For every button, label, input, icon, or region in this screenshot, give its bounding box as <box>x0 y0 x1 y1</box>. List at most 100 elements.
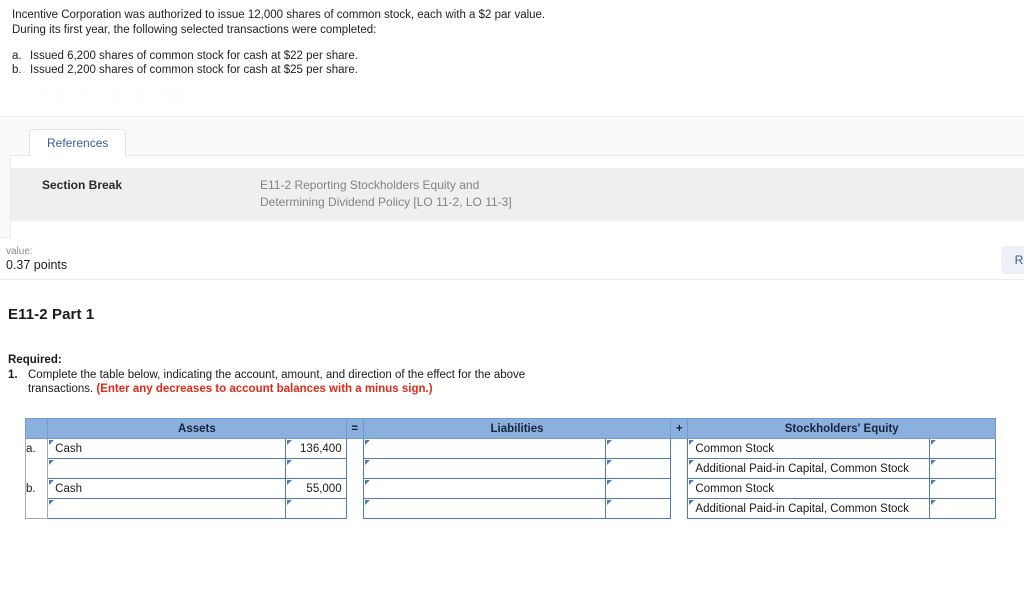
operator-gap-cell <box>670 498 688 519</box>
transaction-text-b: Issued 2,200 shares of common stock for … <box>30 64 358 76</box>
section-break-description: E11-2 Reporting Stockholders Equity and … <box>260 177 512 210</box>
equity-amount-input-b[interactable] <box>929 478 996 499</box>
revision-note: rev: 10_28_2015_QC_CS-29788 <box>12 91 186 103</box>
operator-gap-cell <box>670 458 688 479</box>
operator-gap-cell <box>346 478 364 499</box>
equity-account-value-b2: Additional Paid-in Capital, Common Stock <box>695 502 909 515</box>
references-button[interactable]: Rec <box>1000 246 1024 274</box>
dropdown-marker-icon <box>689 440 695 445</box>
dropdown-marker-icon <box>49 440 55 445</box>
asset-amount-input-b2[interactable] <box>285 498 347 519</box>
required-item-1: 1. Complete the table below, indicating t… <box>8 368 1024 396</box>
equity-amount-input-b2[interactable] <box>929 498 996 519</box>
table-row: Additional Paid-in Capital, Common Stock <box>24 498 996 519</box>
dropdown-marker-icon <box>287 500 293 505</box>
dropdown-marker-icon <box>49 480 55 485</box>
dropdown-marker-icon <box>364 440 370 445</box>
section-break-label: Section Break <box>42 178 123 192</box>
answer-table-wrapper: Assets = Liabilities + Stockholders' Equ… <box>0 396 1024 519</box>
required-item-line2-plain: transactions. <box>28 383 97 395</box>
transaction-marker-a: a. <box>12 50 22 62</box>
liability-account-input-b2[interactable] <box>362 498 606 519</box>
accounting-equation-table: Assets = Liabilities + Stockholders' Equ… <box>24 418 996 519</box>
asset-amount-input-a2[interactable] <box>285 458 347 479</box>
row-label-a: a. <box>24 438 49 459</box>
transaction-item-b: b. Issued 2,200 shares of common stock fo… <box>12 63 1024 77</box>
transaction-list: a. Issued 6,200 shares of common stock fo… <box>12 49 1024 77</box>
dropdown-marker-icon <box>49 460 55 465</box>
dropdown-marker-icon <box>364 460 370 465</box>
references-section: References Section Break E11-2 Reporting… <box>0 116 1024 240</box>
dropdown-marker-icon <box>931 440 937 445</box>
value-bar: value: 0.37 points Rec <box>0 238 1024 280</box>
table-row: a. Cash 136,400 Common Stock <box>24 438 996 459</box>
tab-references[interactable]: References <box>29 129 127 157</box>
section-break-description-line1: E11-2 Reporting Stockholders Equity and <box>260 178 480 192</box>
required-item-line1: Complete the table below, indicating the… <box>28 369 526 381</box>
operator-gap-cell <box>670 438 688 459</box>
asset-account-input-b2[interactable] <box>47 498 287 519</box>
references-tablist: References <box>0 129 1024 157</box>
operator-gap-cell <box>346 438 364 459</box>
dropdown-marker-icon <box>931 480 937 485</box>
problem-statement: Incentive Corporation was authorized to … <box>0 0 1024 103</box>
equity-amount-input-a2[interactable] <box>929 458 996 479</box>
dropdown-marker-icon <box>49 500 55 505</box>
equity-account-input-a[interactable]: Common Stock <box>687 438 931 459</box>
table-body: a. Cash 136,400 Common Stock Additional … <box>24 438 996 519</box>
liability-account-input-a2[interactable] <box>362 458 606 479</box>
operator-gap-cell <box>670 478 688 499</box>
header-stockholders-equity: Stockholders' Equity <box>687 418 996 439</box>
dropdown-marker-icon <box>606 480 612 485</box>
equity-amount-input-a[interactable] <box>929 438 996 459</box>
dropdown-marker-icon <box>364 500 370 505</box>
equity-account-input-b2[interactable]: Additional Paid-in Capital, Common Stock <box>687 498 931 519</box>
liability-amount-input-b[interactable] <box>604 478 672 499</box>
required-item-number: 1. <box>8 369 18 381</box>
section-break-description-line2: Determining Dividend Policy [LO 11-2, LO… <box>260 194 512 209</box>
points-value: value: 0.37 points <box>6 245 67 272</box>
operator-gap-cell <box>346 498 364 519</box>
liability-amount-input-a[interactable] <box>604 438 672 459</box>
asset-account-input-a2[interactable] <box>47 458 287 479</box>
dropdown-marker-icon <box>364 480 370 485</box>
header-liabilities: Liabilities <box>362 418 672 439</box>
transaction-marker-b: b. <box>12 64 22 76</box>
dropdown-marker-icon <box>606 460 612 465</box>
problem-line-1: Incentive Corporation was authorized to … <box>12 9 546 21</box>
table-row: b. Cash 55,000 Common Stock <box>24 478 996 499</box>
references-panel: Section Break E11-2 Reporting Stockholde… <box>10 155 1024 240</box>
dropdown-marker-icon <box>606 440 612 445</box>
equity-account-value-b: Common Stock <box>695 482 775 495</box>
liability-account-input-a[interactable] <box>362 438 606 459</box>
table-header-row: Assets = Liabilities + Stockholders' Equ… <box>24 418 996 439</box>
asset-amount-input-b[interactable]: 55,000 <box>285 478 347 499</box>
asset-account-input-a[interactable]: Cash <box>47 438 287 459</box>
transaction-text-a: Issued 6,200 shares of common stock for … <box>30 50 358 62</box>
liability-account-input-b[interactable] <box>362 478 606 499</box>
dropdown-marker-icon <box>931 460 937 465</box>
liability-amount-input-a2[interactable] <box>604 458 672 479</box>
asset-amount-value-b: 55,000 <box>306 482 342 495</box>
equity-account-input-a2[interactable]: Additional Paid-in Capital, Common Stock <box>687 458 931 479</box>
dropdown-marker-icon <box>287 460 293 465</box>
header-plus-operator: + <box>670 418 689 439</box>
required-item-warning: (Enter any decreases to account balances… <box>96 383 433 395</box>
required-item-line2: transactions. (Enter any decreases to ac… <box>8 382 1024 396</box>
equity-account-input-b[interactable]: Common Stock <box>687 478 931 499</box>
transaction-item-a: a. Issued 6,200 shares of common stock fo… <box>12 49 1024 63</box>
page-title: E11-2 Part 1 <box>8 306 95 323</box>
row-label-a2 <box>24 458 49 479</box>
liability-amount-input-b2[interactable] <box>604 498 672 519</box>
section-break-row: Section Break E11-2 Reporting Stockholde… <box>11 168 1024 221</box>
dropdown-marker-icon <box>606 500 612 505</box>
equity-account-value-a: Common Stock <box>695 442 775 455</box>
header-equals-operator: = <box>345 418 364 439</box>
header-assets: Assets <box>47 418 347 439</box>
value-amount: 0.37 points <box>6 258 68 272</box>
asset-account-input-b[interactable]: Cash <box>47 478 287 499</box>
asset-amount-input-a[interactable]: 136,400 <box>285 438 347 459</box>
row-label-b: b. <box>24 478 49 499</box>
asset-account-value-b: Cash <box>55 482 83 495</box>
value-caption: value: <box>6 246 33 257</box>
